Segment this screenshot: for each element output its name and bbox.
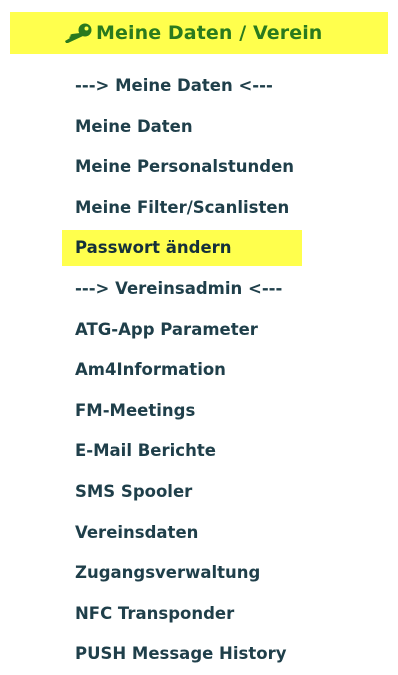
menu-item-am4information[interactable]: Am4Information xyxy=(62,350,392,391)
key-icon xyxy=(65,23,92,43)
submenu-list: ---> Meine Daten <--- Meine Daten Meine … xyxy=(62,66,392,675)
menu-item-meine-filter-scanlisten[interactable]: Meine Filter/Scanlisten xyxy=(62,188,392,229)
menu-item-push-message-history[interactable]: PUSH Message History xyxy=(62,634,392,675)
menu-header-meine-daten-verein[interactable]: Meine Daten / Verein xyxy=(10,12,388,54)
menu-item-vereinsdaten[interactable]: Vereinsdaten xyxy=(62,513,392,554)
section-label-vereinsadmin: ---> Vereinsadmin <--- xyxy=(75,278,283,298)
menu-item-passwort-aendern[interactable]: Passwort ändern xyxy=(62,230,302,267)
menu-item-meine-daten[interactable]: Meine Daten xyxy=(62,107,392,148)
menu-item-meine-personalstunden[interactable]: Meine Personalstunden xyxy=(62,147,392,188)
menu-item-nfc-transponder[interactable]: NFC Transponder xyxy=(62,594,392,635)
menu-item-zugangsverwaltung[interactable]: Zugangsverwaltung xyxy=(62,553,392,594)
menu-item-sms-spooler[interactable]: SMS Spooler xyxy=(62,472,392,513)
menu-header-title: Meine Daten / Verein xyxy=(96,22,323,44)
section-label-meine-daten: ---> Meine Daten <--- xyxy=(75,76,273,95)
menu-page: Meine Daten / Verein ---> Meine Daten <-… xyxy=(0,0,398,668)
menu-item-email-berichte[interactable]: E-Mail Berichte xyxy=(62,431,392,472)
menu-item-atg-app-parameter[interactable]: ATG-App Parameter xyxy=(62,310,392,351)
menu-item-fm-meetings[interactable]: FM-Meetings xyxy=(62,391,392,432)
